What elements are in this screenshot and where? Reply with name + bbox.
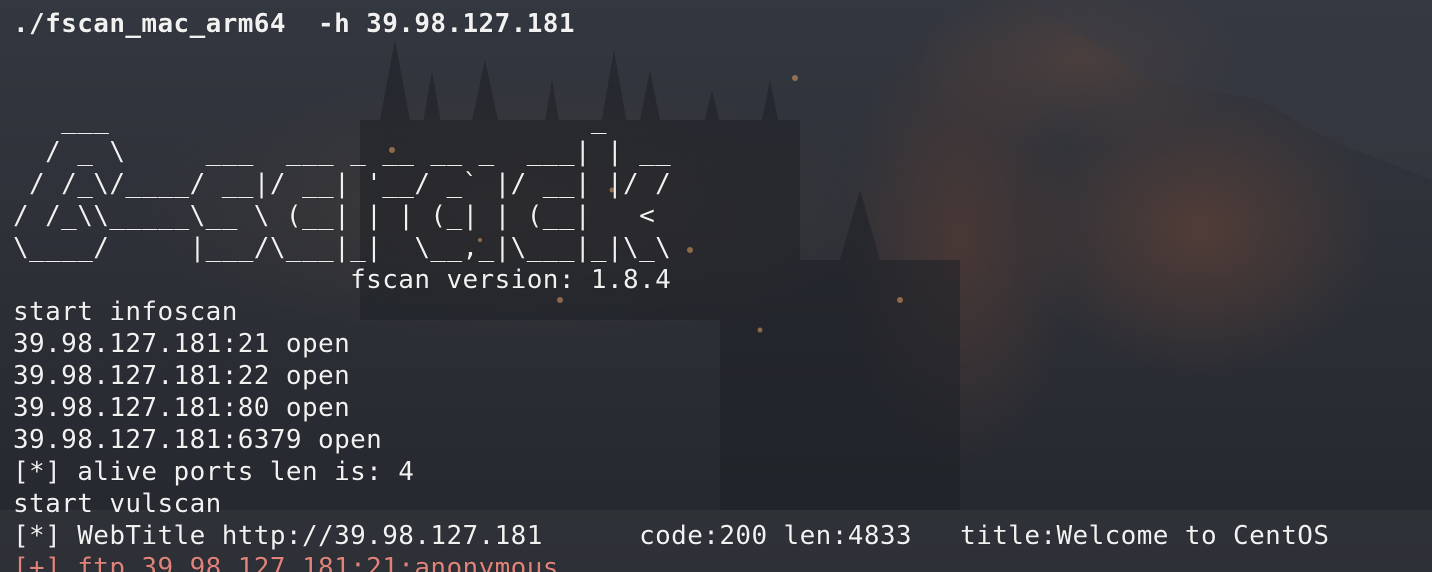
banner-line: ___ _ — [13, 105, 607, 135]
output-line: start infoscan — [13, 297, 238, 327]
output-line: 39.98.127.181:21 open — [13, 329, 351, 359]
output-line: 39.98.127.181:80 open — [13, 393, 351, 423]
version-line: fscan version: 1.8.4 — [13, 265, 672, 295]
output-line: 39.98.127.181:6379 open — [13, 425, 383, 455]
banner-line: / _ \ ___ ___ _ __ __ _ ___| | __ — [13, 137, 672, 167]
ftp-result-line: [+] ftp 39.98.127.181:21:anonymous — [13, 553, 559, 572]
output-line: start vulscan — [13, 489, 222, 519]
banner-line: / /_\\_____\__ \ (__| | | (_| | (__| < — [13, 201, 656, 231]
webtitle-line: [*] WebTitle http://39.98.127.181 code:2… — [13, 521, 1330, 551]
terminal-output[interactable]: ./fscan_mac_arm64 -h 39.98.127.181 ___ _… — [13, 8, 1329, 572]
banner-line: / /_\/____/ __|/ __| '__/ _` |/ __| |/ / — [13, 169, 672, 199]
banner-line: \____/ |___/\___|_| \__,_|\___|_|\_\ — [13, 233, 672, 263]
output-line: [*] alive ports len is: 4 — [13, 457, 415, 487]
output-line: 39.98.127.181:22 open — [13, 361, 351, 391]
ascii-banner: ___ _ / _ \ ___ ___ _ __ __ _ ___| | __ … — [13, 104, 1329, 264]
command-line: ./fscan_mac_arm64 -h 39.98.127.181 — [13, 9, 575, 39]
